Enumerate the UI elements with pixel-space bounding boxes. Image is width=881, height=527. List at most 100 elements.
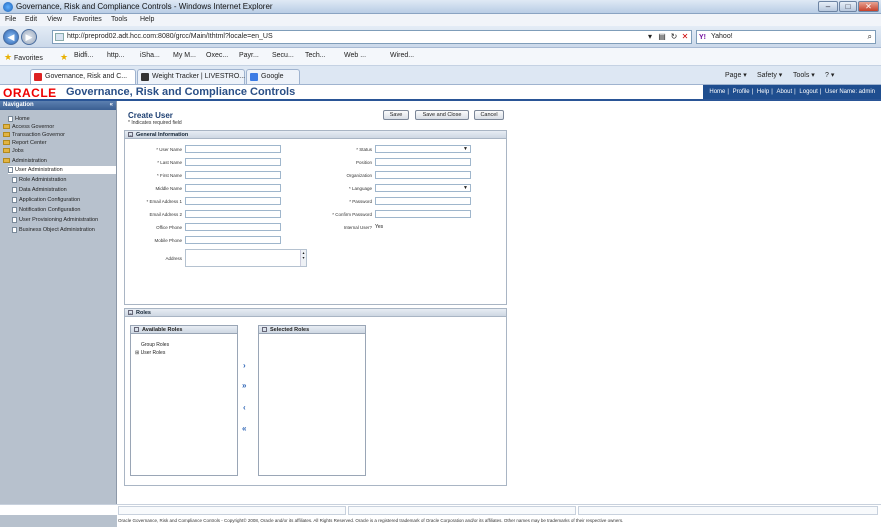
sidebar-item-transaction-governor[interactable]: Transaction Governor (3, 131, 65, 139)
sidebar-item-access-governor[interactable]: Access Governor (3, 123, 54, 131)
save-and-close-button[interactable]: Save and Close (415, 110, 469, 120)
tree-group-roles[interactable]: Group Roles (141, 342, 169, 348)
logout-link[interactable]: Logout (799, 89, 817, 95)
forward-button[interactable]: ▶ (21, 29, 37, 45)
address-textarea[interactable]: ▴ ▾ (185, 249, 307, 267)
compat-icon[interactable]: ▤ (657, 32, 667, 42)
sidebar-item-report-center[interactable]: Report Center (3, 139, 47, 147)
sidebar-item-user-administration[interactable]: User Administration (8, 166, 116, 174)
available-roles-list[interactable]: Available Roles Group Roles ⊞ User Roles (130, 325, 238, 476)
about-link[interactable]: About (776, 89, 792, 95)
safety-menu[interactable]: Safety ▾ (757, 71, 782, 79)
menu-view[interactable]: View (47, 16, 62, 23)
help-menu[interactable]: ? ▾ (825, 71, 834, 79)
fav-item[interactable]: Wired... (390, 52, 414, 59)
move-all-right-icon[interactable]: » (242, 382, 246, 390)
organization-label: Organization (346, 173, 372, 178)
stop-icon[interactable]: ✕ (680, 32, 690, 42)
cancel-button[interactable]: Cancel (474, 110, 504, 120)
sidebar-item-jobs[interactable]: Jobs (3, 147, 24, 155)
menu-help[interactable]: Help (140, 16, 154, 23)
back-button[interactable]: ◀ (3, 29, 19, 45)
sidebar-item-data-administration[interactable]: Data Administration (12, 186, 67, 194)
sidebar-item-application-configuration[interactable]: Application Configuration (12, 196, 80, 204)
mobile-phone-input[interactable] (185, 236, 281, 244)
menu-edit[interactable]: Edit (25, 16, 37, 23)
menu-file[interactable]: File (5, 16, 16, 23)
fav-item[interactable]: Payr... (239, 52, 259, 59)
language-select[interactable]: ▼ (375, 184, 471, 192)
collapse-icon[interactable]: – (128, 132, 133, 138)
internal-user-value: Yes (375, 224, 384, 230)
email-1-input[interactable] (185, 197, 281, 205)
collapse-icon[interactable]: « (110, 101, 113, 110)
confirm-password-input[interactable] (375, 210, 471, 218)
move-left-icon[interactable]: ‹ (243, 404, 246, 412)
sidebar-item-home[interactable]: Home (8, 115, 30, 123)
office-phone-input[interactable] (185, 223, 281, 231)
tab-grc[interactable]: Governance, Risk and C... (30, 69, 136, 84)
status-select[interactable]: ▼ (375, 145, 471, 153)
fav-item[interactable]: Bidfi... (74, 52, 93, 59)
dropdown-icon[interactable]: ▾ (645, 32, 655, 42)
page-title: Create User (128, 111, 173, 120)
save-button[interactable]: Save (383, 110, 409, 120)
menu-favorites[interactable]: Favorites (73, 16, 102, 23)
sidebar-item-administration[interactable]: Administration (3, 157, 47, 165)
textarea-scrollbar[interactable]: ▴ ▾ (300, 250, 306, 266)
home-link[interactable]: Home (709, 89, 725, 95)
sidebar-item-role-administration[interactable]: Role Administration (12, 176, 66, 184)
collapse-icon[interactable]: – (128, 310, 133, 316)
fav-item[interactable]: My M... (173, 52, 196, 59)
fav-item[interactable]: ★ (60, 52, 68, 63)
language-label: * Language (348, 186, 372, 191)
password-input[interactable] (375, 197, 471, 205)
close-button[interactable]: ✕ (858, 1, 879, 12)
middle-name-input[interactable] (185, 184, 281, 192)
mobile-phone-label: Mobile Phone (154, 238, 182, 243)
fav-item[interactable]: http... (107, 52, 125, 59)
user-name-input[interactable] (185, 145, 281, 153)
general-information-header[interactable]: – General Information (125, 131, 506, 139)
move-all-left-icon[interactable]: « (242, 425, 246, 433)
fav-item[interactable]: Web ... (344, 52, 366, 59)
search-input[interactable]: Y! Yahoo! ⌕ (696, 30, 876, 44)
favorites-button[interactable]: ★ Favorites (4, 52, 43, 63)
maximize-button[interactable]: □ (839, 1, 857, 12)
email-2-input[interactable] (185, 210, 281, 218)
tree-user-roles[interactable]: ⊞ User Roles (135, 350, 165, 356)
position-input[interactable] (375, 158, 471, 166)
collapse-icon[interactable] (262, 327, 267, 333)
last-name-input[interactable] (185, 158, 281, 166)
internal-user-label: Internal User? (343, 225, 372, 230)
organization-input[interactable] (375, 171, 471, 179)
sidebar-item-user-provisioning[interactable]: User Provisioning Administration (12, 216, 98, 224)
profile-link[interactable]: Profile (733, 89, 750, 95)
fav-item[interactable]: Oxec... (206, 52, 228, 59)
refresh-icon[interactable]: ↻ (669, 32, 679, 42)
minimize-button[interactable]: – (818, 1, 838, 12)
sidebar-item-business-object[interactable]: Business Object Administration (12, 226, 95, 234)
tab-google[interactable]: Google (246, 69, 300, 84)
first-name-input[interactable] (185, 171, 281, 179)
browser-window: Governance, Risk and Compliance Controls… (0, 0, 881, 527)
fav-item[interactable]: iSha... (140, 52, 160, 59)
search-icon[interactable]: ⌕ (868, 31, 872, 43)
page-menu[interactable]: Page ▾ (725, 71, 747, 79)
navigation-header: Navigation « (0, 101, 116, 110)
move-right-icon[interactable]: › (243, 362, 246, 370)
selected-roles-list[interactable]: Selected Roles (258, 325, 366, 476)
roles-header[interactable]: – Roles (125, 309, 506, 317)
expand-icon[interactable]: ⊞ (135, 350, 139, 356)
fav-item[interactable]: Secu... (272, 52, 294, 59)
window-title: Governance, Risk and Compliance Controls… (16, 2, 273, 11)
tab-weight-tracker[interactable]: Weight Tracker | LIVESTRO... (137, 69, 245, 84)
tools-menu[interactable]: Tools ▾ (793, 71, 815, 79)
help-link[interactable]: Help (757, 89, 769, 95)
address-input[interactable]: http://preprod02.adt.hcc.com:8080/grcc/M… (52, 30, 692, 44)
address-toolbar: ◀ ▶ http://preprod02.adt.hcc.com:8080/gr… (0, 26, 881, 48)
menu-tools[interactable]: Tools (111, 16, 127, 23)
collapse-icon[interactable] (134, 327, 139, 333)
fav-item[interactable]: Tech... (305, 52, 326, 59)
sidebar-item-notification-configuration[interactable]: Notification Configuration (12, 206, 80, 214)
